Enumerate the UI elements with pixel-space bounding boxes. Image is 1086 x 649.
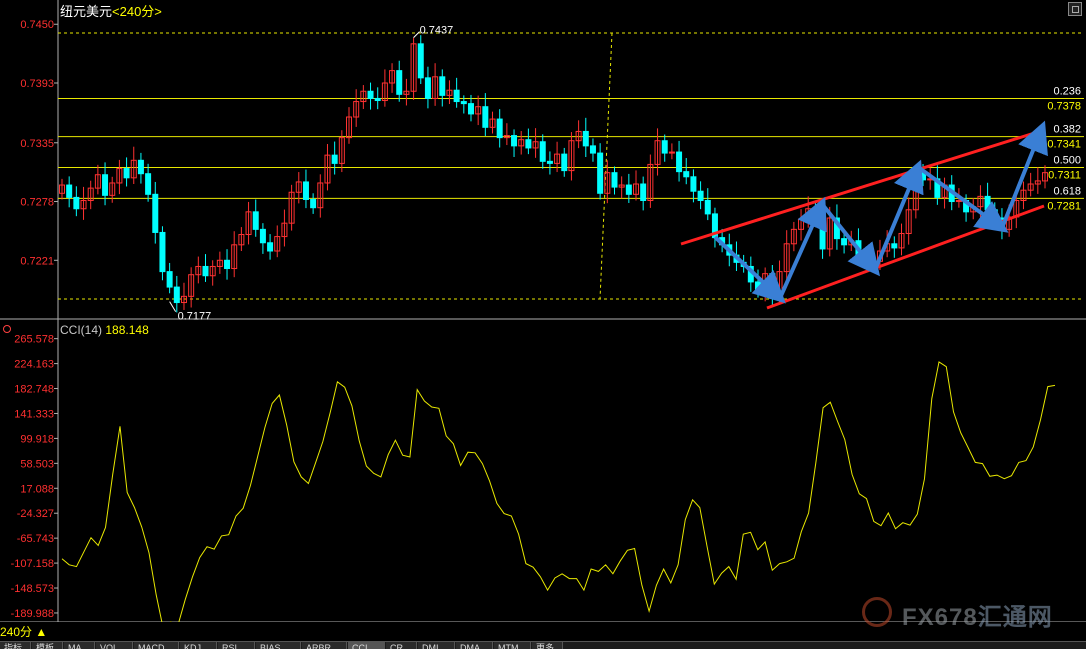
chart-canvas[interactable]: 0.236 0.7378 0.382 0.7341 0.500 0.7311 0.618 0.… xyxy=(0,0,1086,648)
indicator-dot-icon[interactable] xyxy=(3,325,11,333)
candle-body xyxy=(460,101,467,105)
candle-body xyxy=(302,181,309,200)
candle-body xyxy=(173,286,180,304)
candle-body xyxy=(546,160,553,164)
candle-body xyxy=(102,174,109,196)
candle-body xyxy=(367,90,374,99)
candle-body xyxy=(704,199,711,215)
candle-body xyxy=(252,211,259,230)
high-annotation: 0.7437 xyxy=(420,25,454,37)
candle-body xyxy=(482,106,489,128)
cci-tick-label: -148.573 xyxy=(11,583,54,595)
candle-body xyxy=(66,184,73,198)
price-tick-label: 0.7221 xyxy=(20,255,54,267)
fib-ratio-label: 0.382 xyxy=(1053,124,1081,136)
fib-ratio-label: 0.236 xyxy=(1053,85,1081,97)
candle-body xyxy=(561,153,568,172)
candle-body xyxy=(137,159,144,175)
cci-label: CCI(14) xyxy=(60,323,103,337)
candle-body xyxy=(991,209,998,219)
candle-body xyxy=(331,154,338,164)
candle-body xyxy=(676,151,683,173)
chart-background xyxy=(0,0,1086,648)
candle-body xyxy=(625,184,632,195)
candle-body xyxy=(511,135,518,147)
cci-tick-label: -189.988 xyxy=(11,608,54,620)
candle-body xyxy=(611,172,618,188)
candle-body xyxy=(123,168,130,179)
candle-body xyxy=(661,140,668,154)
watermark-cn: 汇通网 xyxy=(977,604,1053,631)
maximize-icon[interactable] xyxy=(1068,2,1082,16)
candle-body xyxy=(267,242,274,252)
candle-body xyxy=(73,196,80,210)
fib-ratio-label: 0.618 xyxy=(1053,185,1081,197)
cci-tick-label: 58.503 xyxy=(20,458,54,470)
price-tick-label: 0.7450 xyxy=(20,19,54,31)
cci-tick-label: 224.163 xyxy=(14,359,54,371)
candle-body xyxy=(202,265,209,277)
cci-tick-label: 99.918 xyxy=(20,433,54,445)
cci-title: CCI(14) 188.148 xyxy=(60,323,149,337)
candle-body xyxy=(374,97,381,102)
candle-body xyxy=(453,89,460,103)
price-tick-label: 0.7278 xyxy=(20,197,54,209)
candle-body xyxy=(259,228,266,244)
candle-body xyxy=(152,193,159,233)
cci-tick-label: 141.333 xyxy=(14,408,54,420)
candle-body xyxy=(145,173,152,195)
chart-stage: 0.236 0.7378 0.382 0.7341 0.500 0.7311 0.618 0.… xyxy=(0,0,1086,648)
fib-price-label: 0.7378 xyxy=(1047,100,1081,112)
candle-body xyxy=(754,281,761,291)
candle-body xyxy=(467,103,474,115)
cci-tick-label: 182.748 xyxy=(14,384,54,396)
candle-body xyxy=(417,43,424,79)
price-tick-label: 0.7335 xyxy=(20,138,54,150)
candle-body xyxy=(396,70,403,95)
candle-body xyxy=(224,259,231,270)
candle-body xyxy=(159,231,166,273)
price-tick-label: 0.7393 xyxy=(20,78,54,90)
candle-body xyxy=(640,183,647,201)
symbol-name: 纽元美元 xyxy=(60,4,113,19)
candle-body xyxy=(496,118,503,139)
candle-body xyxy=(582,130,589,147)
candle-body xyxy=(819,214,826,250)
low-annotation: 0.7177 xyxy=(178,311,212,323)
timeframe-button[interactable]: 240分 ▲ xyxy=(0,623,47,640)
candle-body xyxy=(424,77,431,99)
candle-body xyxy=(166,271,173,288)
candle-body xyxy=(597,152,604,194)
candle-body xyxy=(439,76,446,96)
candle-body xyxy=(683,171,690,178)
fib-ratio-label: 0.500 xyxy=(1053,155,1081,167)
candle-body xyxy=(869,258,876,262)
fx678-logo-icon xyxy=(862,597,892,627)
cci-tick-label: -107.158 xyxy=(11,558,54,570)
cci-tick-label: -24.327 xyxy=(17,508,54,520)
cci-tick-label: 265.578 xyxy=(14,334,54,346)
candle-body xyxy=(690,176,697,192)
candle-body xyxy=(589,145,596,154)
cci-tick-label: -65.743 xyxy=(17,533,54,545)
candle-body xyxy=(539,141,546,162)
timeframe-label: <240分> xyxy=(112,4,162,19)
candle-body xyxy=(310,198,317,209)
candle-body xyxy=(697,190,704,201)
fib-price-label: 0.7311 xyxy=(1048,170,1081,182)
candle-body xyxy=(841,238,848,246)
candle-body xyxy=(984,195,991,211)
candle-body xyxy=(525,139,532,149)
fib-price-label: 0.7341 xyxy=(1047,139,1081,151)
candle-body xyxy=(891,243,898,249)
cci-value: 188.148 xyxy=(105,323,149,337)
watermark-text: FX678 xyxy=(902,604,978,631)
fib-price-label: 0.7281 xyxy=(1047,200,1081,212)
cci-tick-label: 17.088 xyxy=(20,483,54,495)
chart-title: 纽元美元<240分> xyxy=(60,1,162,20)
